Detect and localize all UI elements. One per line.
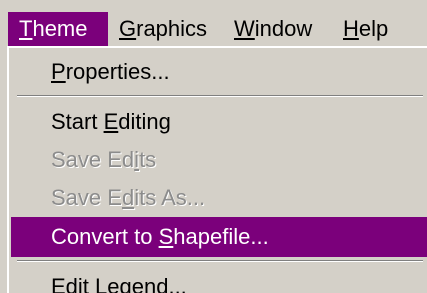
item-label-post: diting [118,109,171,134]
item-label-post: ts [139,147,157,172]
menu-window[interactable]: Window [223,12,332,46]
menu-item-save-edits-as: Save Edits As... [11,178,427,218]
item-label-pre: Edit [51,274,96,293]
menu-label-post: elp [358,16,389,41]
item-label-pre: Convert to [51,224,159,249]
menu-separator [17,260,423,262]
item-label-accelerator: L [95,274,108,293]
menu-label-post: heme [32,16,88,41]
item-label-post: its As... [134,185,206,210]
item-label-pre: Save E [51,185,122,210]
item-label-accelerator: S [158,224,174,249]
item-label-accelerator: d [121,185,135,210]
menu-label-accelerator: T [19,16,33,41]
item-label-post: egend... [107,274,187,293]
menu-graphics[interactable]: Graphics [108,12,223,46]
application-window: Theme Graphics Window Help Properties...… [0,0,427,293]
menu-item-save-edits: Save Edits [11,140,427,180]
theme-dropdown-menu: Properties... Start Editing Save Edits S… [7,46,427,293]
menu-item-start-editing[interactable]: Start Editing [11,102,427,142]
menu-theme[interactable]: Theme [8,12,108,46]
item-label-post: hapefile... [173,224,269,249]
menu-label-accelerator: H [343,16,359,41]
item-label-accelerator: P [51,59,66,84]
menu-label-accelerator: G [119,16,137,41]
item-label-accelerator: E [103,109,119,134]
menu-label-post: raphics [136,16,208,41]
menu-item-edit-legend[interactable]: Edit Legend... [11,267,427,293]
item-label-pre: Start [51,109,104,134]
item-label-post: roperties... [65,59,170,84]
menu-label-post: indow [254,16,313,41]
menu-label-accelerator: W [234,16,255,41]
item-label-pre: Save Ed [51,147,135,172]
menu-item-properties[interactable]: Properties... [11,52,427,92]
menu-item-convert-to-shapefile[interactable]: Convert to Shapefile... [11,217,427,257]
menu-separator [17,95,423,97]
menu-bar: Theme Graphics Window Help [0,0,427,48]
menu-help[interactable]: Help [332,12,410,46]
